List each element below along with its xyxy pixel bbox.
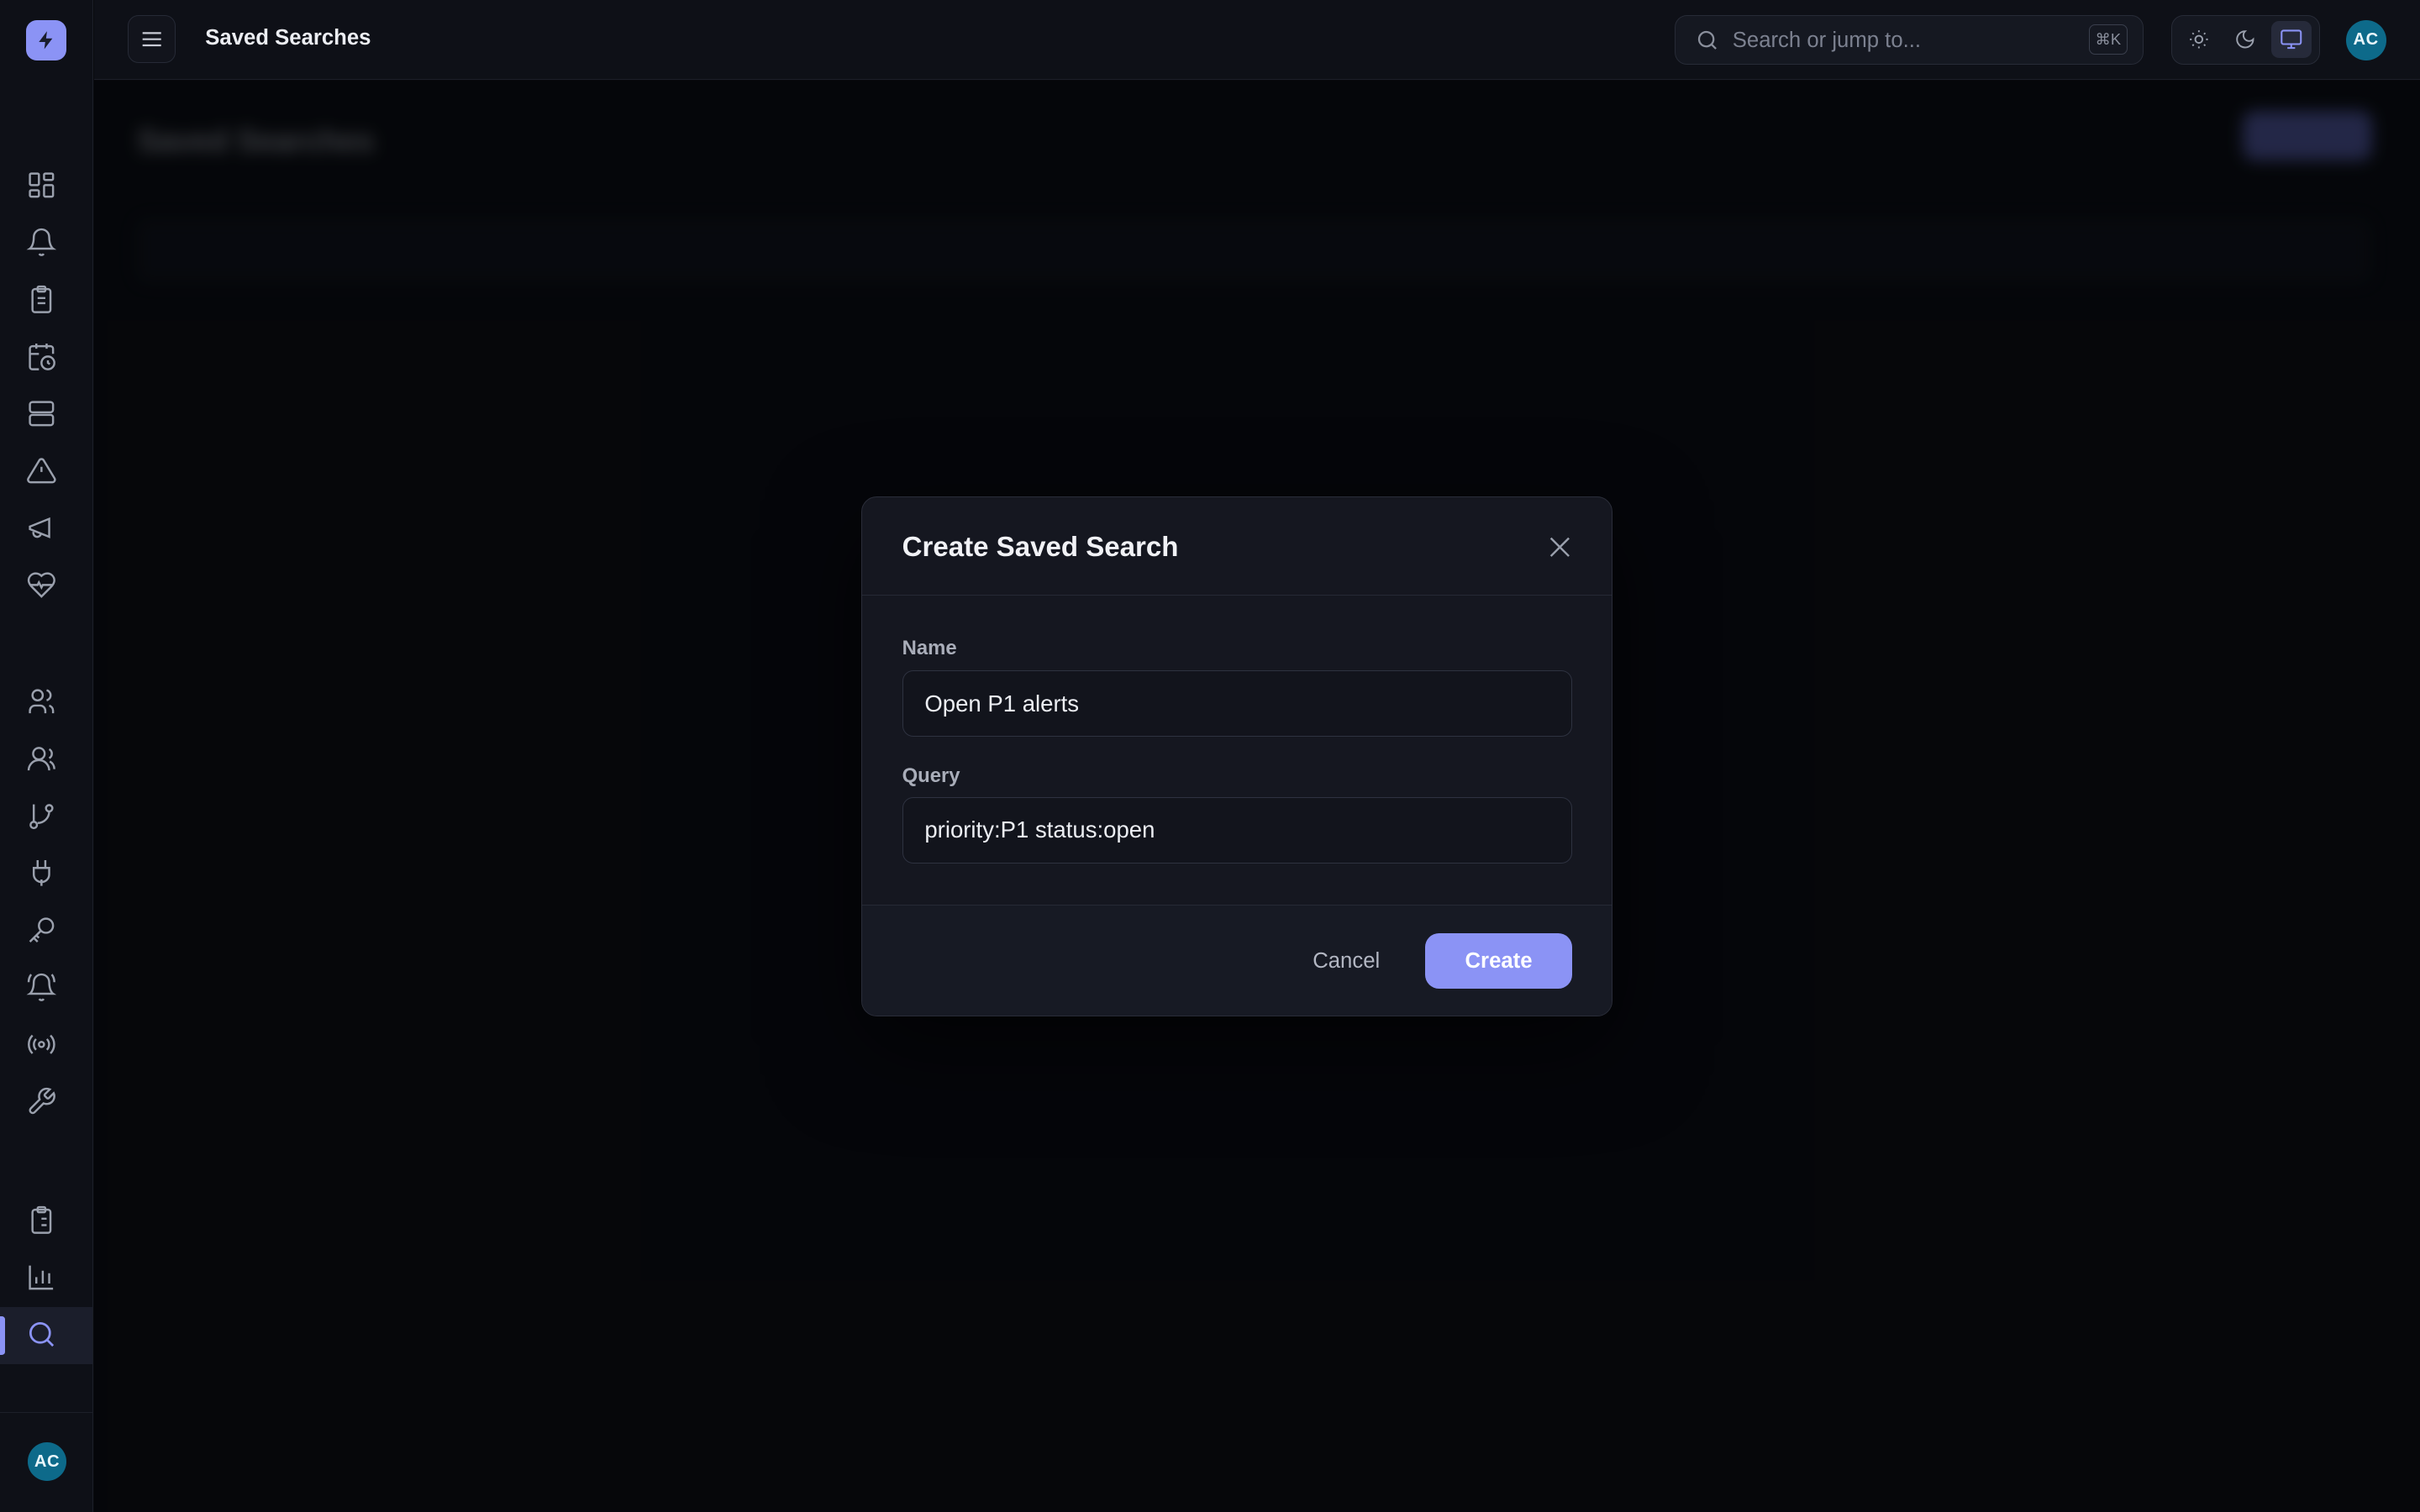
search-icon	[29, 1322, 55, 1347]
dialog-footer: Cancel Create	[861, 905, 1612, 1016]
sidebar-avatar[interactable]: AC	[28, 1442, 66, 1482]
hamburger-icon	[142, 32, 161, 47]
users-icon	[29, 689, 55, 714]
sidebar-item-integrations[interactable]	[24, 856, 58, 890]
active-nav-indicator	[0, 1315, 5, 1355]
dashboard-icon	[29, 172, 55, 198]
sidebar-item-schedules[interactable]	[24, 339, 58, 373]
theme-switcher	[2171, 15, 2320, 66]
key-icon	[29, 917, 55, 943]
megaphone-icon	[29, 517, 50, 538]
git-branch-icon	[29, 804, 54, 830]
sidebar-item-alerts[interactable]	[24, 225, 58, 259]
wrench-icon	[29, 1087, 56, 1115]
query-input[interactable]	[902, 796, 1572, 864]
global-search[interactable]: Search or jump to... ⌘K	[1674, 15, 2144, 66]
sidebar-item-users[interactable]	[24, 685, 58, 718]
close-icon	[1549, 537, 1570, 557]
menu-toggle-button[interactable]	[128, 15, 176, 64]
moon-icon	[2235, 30, 2254, 49]
server-icon	[29, 401, 55, 427]
theme-dark-button[interactable]	[2225, 21, 2265, 58]
lightning-bolt-icon	[39, 31, 53, 50]
sidebar-item-tasks[interactable]	[24, 282, 58, 316]
app-logo[interactable]	[26, 19, 66, 60]
sidebar-item-api-keys[interactable]	[24, 913, 58, 947]
dialog-header: Create Saved Search	[861, 497, 1612, 596]
theme-system-button[interactable]	[2270, 20, 2312, 58]
alert-triangle-icon	[27, 458, 56, 484]
name-input[interactable]	[902, 670, 1572, 738]
close-button[interactable]	[1541, 528, 1578, 565]
sidebar-item-dashboard[interactable]	[24, 168, 58, 202]
sidebar-item-services[interactable]	[24, 396, 58, 430]
page-title: Saved Searches	[205, 26, 371, 50]
sidebar-item-saved-searches[interactable]	[24, 1318, 58, 1352]
sidebar: AC	[0, 0, 94, 1512]
bell-icon	[26, 228, 57, 256]
dialog-title: Create Saved Search	[902, 531, 1179, 563]
sidebar-item-reports[interactable]	[24, 1204, 58, 1237]
clipboard-icon	[31, 285, 52, 313]
bar-chart-icon	[29, 1266, 54, 1290]
monitor-icon	[2281, 29, 2302, 50]
broadcast-icon	[28, 1034, 55, 1055]
sidebar-item-teams[interactable]	[24, 742, 58, 775]
sun-icon	[2189, 30, 2208, 49]
search-shortcut-badge: ⌘K	[2088, 24, 2128, 55]
calendar-clock-icon	[29, 343, 56, 370]
query-label: Query	[902, 764, 960, 788]
sidebar-divider	[0, 1411, 93, 1414]
team-icon	[28, 747, 56, 771]
heart-pulse-icon	[28, 572, 56, 598]
search-icon	[1697, 30, 1717, 50]
sidebar-item-notifications[interactable]	[24, 970, 58, 1004]
create-button[interactable]: Create	[1425, 933, 1572, 990]
search-placeholder: Search or jump to...	[1732, 29, 1922, 53]
sidebar-item-analytics[interactable]	[24, 1261, 58, 1294]
name-label: Name	[902, 636, 957, 659]
top-bar: Saved Searches Search or jump to... ⌘K A…	[94, 0, 2420, 80]
bell-ring-icon	[26, 973, 57, 1001]
theme-light-button[interactable]	[2179, 21, 2219, 58]
sidebar-item-health[interactable]	[24, 568, 58, 601]
create-saved-search-dialog: Create Saved Search Name Query Cancel Cr…	[860, 496, 1613, 1017]
cancel-button[interactable]: Cancel	[1313, 949, 1380, 974]
sidebar-item-announcements[interactable]	[24, 511, 58, 544]
sidebar-item-tools[interactable]	[24, 1084, 58, 1118]
sidebar-item-escalations[interactable]	[24, 799, 58, 832]
plug-icon	[33, 860, 50, 886]
sidebar-item-broadcasts[interactable]	[24, 1027, 58, 1061]
clipboard-list-icon	[31, 1206, 52, 1235]
sidebar-item-incidents[interactable]	[24, 454, 58, 487]
user-avatar[interactable]: AC	[2345, 19, 2386, 60]
